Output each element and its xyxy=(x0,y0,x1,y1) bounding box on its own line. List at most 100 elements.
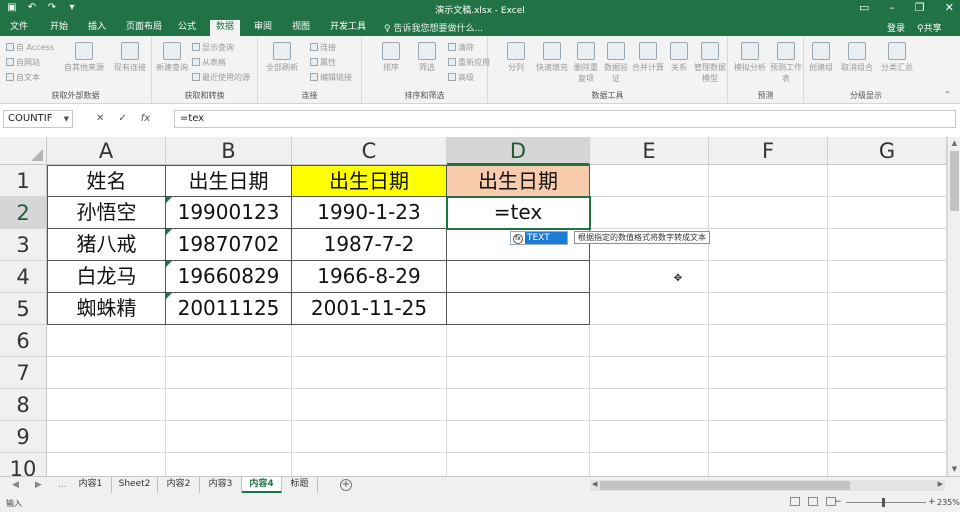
empty-cell[interactable] xyxy=(709,229,828,261)
row-header-3[interactable]: 3 xyxy=(0,229,47,261)
tab-page-layout[interactable]: 页面布局 xyxy=(120,21,168,36)
empty-cell[interactable] xyxy=(590,421,709,453)
empty-cell[interactable] xyxy=(292,453,447,476)
cell-c2[interactable]: 1990-1-23 xyxy=(292,197,447,229)
relationships-button[interactable]: 关系 xyxy=(668,42,690,73)
cell-c4[interactable]: 1966-8-29 xyxy=(292,261,447,293)
empty-cell[interactable] xyxy=(709,453,828,476)
empty-cell[interactable] xyxy=(590,261,709,293)
ribbon-display-icon[interactable]: ▭ xyxy=(859,1,869,14)
what-if-analysis-button[interactable]: 模拟分析 xyxy=(732,42,768,73)
chevron-down-icon[interactable]: ▼ xyxy=(64,111,69,127)
function-autocomplete[interactable]: fx TEXT xyxy=(510,231,568,245)
minimize-icon[interactable]: – xyxy=(889,1,895,14)
filter-button[interactable]: 筛选 xyxy=(412,42,442,73)
tab-review[interactable]: 审阅 xyxy=(248,21,278,36)
sort-button[interactable]: 排序 xyxy=(376,42,406,73)
show-queries-button[interactable]: 显示查询 xyxy=(192,42,234,53)
tab-insert[interactable]: 插入 xyxy=(82,21,112,36)
cell-c5[interactable]: 2001-11-25 xyxy=(292,293,447,325)
normal-view-icon[interactable] xyxy=(790,497,800,506)
tab-home[interactable]: 开始 xyxy=(44,21,74,36)
consolidate-button[interactable]: 合并计算 xyxy=(630,42,666,73)
row-header-5[interactable]: 5 xyxy=(0,293,47,325)
tab-formulas[interactable]: 公式 xyxy=(172,21,202,36)
from-text-button[interactable]: 自文本 xyxy=(6,72,40,83)
empty-cell[interactable] xyxy=(709,325,828,357)
insert-function-icon[interactable]: fx xyxy=(141,110,150,128)
cell-b1[interactable]: 出生日期 xyxy=(166,165,292,197)
cell-d5[interactable] xyxy=(447,293,590,325)
empty-cell[interactable] xyxy=(828,325,947,357)
empty-cell[interactable] xyxy=(292,357,447,389)
connections-button[interactable]: 连接 xyxy=(310,42,336,53)
zoom-slider-thumb[interactable] xyxy=(882,498,885,507)
empty-cell[interactable] xyxy=(590,197,709,229)
cell-a1[interactable]: 姓名 xyxy=(47,165,166,197)
recent-sources-button[interactable]: 最近使用的源 xyxy=(192,72,250,83)
empty-cell[interactable] xyxy=(590,293,709,325)
scroll-right-icon[interactable]: ▶ xyxy=(938,480,943,488)
empty-cell[interactable] xyxy=(447,357,590,389)
cell-b5[interactable]: 20011125 xyxy=(166,293,292,325)
close-icon[interactable]: ✕ xyxy=(945,1,954,14)
sheet-tab-content1[interactable]: 内容1 xyxy=(70,477,112,493)
empty-cell[interactable] xyxy=(292,389,447,421)
existing-connections-button[interactable]: 现有连接 xyxy=(110,42,150,73)
sheet-tab-sheet2[interactable]: Sheet2 xyxy=(112,477,158,493)
cell-d1[interactable]: 出生日期 xyxy=(447,165,590,197)
enter-icon[interactable]: ✓ xyxy=(118,110,126,128)
empty-cell[interactable] xyxy=(828,261,947,293)
empty-cell[interactable] xyxy=(828,453,947,476)
row-header-2[interactable]: 2 xyxy=(0,197,47,229)
row-header-1[interactable]: 1 xyxy=(0,165,47,197)
column-header-g[interactable]: G xyxy=(828,137,947,165)
empty-cell[interactable] xyxy=(709,357,828,389)
empty-cell[interactable] xyxy=(709,421,828,453)
sheet-tab-title[interactable]: 标题 xyxy=(282,477,318,493)
sheet-tab-content4[interactable]: 内容4 xyxy=(242,477,282,493)
text-to-columns-button[interactable]: 分列 xyxy=(502,42,530,73)
share-button[interactable]: ⚲共享 xyxy=(917,21,942,34)
data-validation-button[interactable]: 数据验证 xyxy=(602,42,630,84)
reapply-button[interactable]: 重新应用 xyxy=(448,57,490,68)
collapse-ribbon-icon[interactable]: ⌃ xyxy=(944,90,951,99)
cell-b2[interactable]: 19900123 xyxy=(166,197,292,229)
formula-input[interactable]: =tex xyxy=(174,110,956,128)
refresh-all-button[interactable]: 全部刷新 xyxy=(262,42,302,73)
empty-cell[interactable] xyxy=(47,421,166,453)
horizontal-scrollbar[interactable]: ◀ ▶ xyxy=(590,480,945,491)
cell-c3[interactable]: 1987-7-2 xyxy=(292,229,447,261)
clear-button[interactable]: 清除 xyxy=(448,42,474,53)
row-header-9[interactable]: 9 xyxy=(0,421,47,453)
empty-cell[interactable] xyxy=(709,165,828,197)
worksheet-grid[interactable]: A B C D E F G 1 2 3 4 5 6 7 8 9 10 姓名 出生… xyxy=(0,137,947,476)
scroll-up-icon[interactable]: ▲ xyxy=(950,139,959,148)
empty-cell[interactable] xyxy=(447,389,590,421)
ungroup-button[interactable]: 取消组合 xyxy=(838,42,876,73)
forecast-sheet-button[interactable]: 预测工作表 xyxy=(770,42,802,84)
empty-cell[interactable] xyxy=(292,421,447,453)
empty-cell[interactable] xyxy=(47,357,166,389)
from-other-sources-button[interactable]: 自其他来源 xyxy=(62,42,106,73)
empty-cell[interactable] xyxy=(828,229,947,261)
login-link[interactable]: 登录 xyxy=(887,21,905,34)
empty-cell[interactable] xyxy=(709,389,828,421)
next-sheet-icon[interactable]: ▶ xyxy=(35,480,42,490)
column-header-c[interactable]: C xyxy=(292,137,447,165)
row-header-6[interactable]: 6 xyxy=(0,325,47,357)
page-layout-view-icon[interactable] xyxy=(808,497,818,506)
cell-d4[interactable] xyxy=(447,261,590,293)
cancel-icon[interactable]: ✕ xyxy=(96,110,104,128)
empty-cell[interactable] xyxy=(709,261,828,293)
empty-cell[interactable] xyxy=(828,293,947,325)
empty-cell[interactable] xyxy=(47,453,166,476)
scroll-thumb[interactable] xyxy=(950,151,959,211)
tell-me-search[interactable]: ♀ 告诉我您想要做什么... xyxy=(384,21,483,34)
scroll-left-icon[interactable]: ◀ xyxy=(592,480,597,488)
sheet-tab-content3[interactable]: 内容3 xyxy=(200,477,242,493)
column-header-d[interactable]: D xyxy=(447,137,590,165)
zoom-slider[interactable] xyxy=(846,502,926,503)
empty-cell[interactable] xyxy=(590,357,709,389)
prev-sheet-icon[interactable]: ◀ xyxy=(12,480,19,490)
